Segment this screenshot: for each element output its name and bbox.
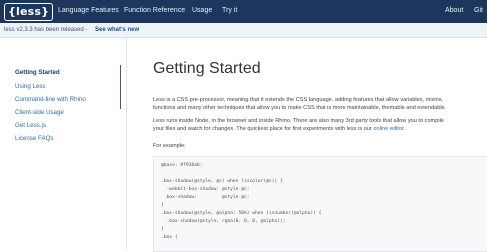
- nav-try-it[interactable]: Try it: [222, 7, 237, 14]
- intro-paragraph: Less is a CSS pre-processor, meaning tha…: [153, 96, 483, 112]
- sidebar-item-license-faqs[interactable]: License FAQs: [15, 135, 54, 142]
- announcement-text: less v2.3.3 has been released -: [4, 27, 88, 33]
- code-line: .box {: [161, 235, 178, 240]
- less-logo[interactable]: {less}: [4, 3, 54, 21]
- code-line: -webkit-box-shadow: @style @c;: [161, 187, 250, 192]
- nav-github[interactable]: Git: [474, 7, 483, 14]
- code-line: }: [161, 227, 164, 232]
- nav-about[interactable]: About: [445, 7, 463, 14]
- main-content: Getting Started Less is a CSS pre-proces…: [127, 38, 487, 252]
- code-line: }: [161, 203, 164, 208]
- sidebar-item-getting-started[interactable]: Getting Started: [15, 69, 60, 76]
- code-line: .box-shadow(@style, @c) when (iscolor(@c…: [161, 179, 283, 184]
- sidebar: Getting Started Using Less Command-line …: [0, 38, 126, 250]
- nav-function-reference[interactable]: Function Reference: [124, 7, 185, 14]
- whats-new-link[interactable]: See what's new: [95, 23, 139, 37]
- code-line: .box-shadow(@style, rgba(0, 0, 0, @alpha…: [161, 219, 286, 224]
- code-line: box-shadow: @style @c;: [161, 195, 250, 200]
- page-title: Getting Started: [153, 60, 261, 77]
- nav-usage[interactable]: Usage: [192, 7, 212, 14]
- runtime-line-2-text: your files and watch for changes. The qu…: [153, 126, 372, 132]
- intro-line-2: functions and many other techniques that…: [153, 105, 447, 111]
- sidebar-item-client-side-usage[interactable]: Client-side Usage: [15, 109, 64, 116]
- sidebar-active-indicator: [120, 65, 121, 109]
- runtime-line-1: Less runs inside Node, in the browser an…: [153, 118, 444, 124]
- runtime-paragraph: Less runs inside Node, in the browser an…: [153, 117, 483, 133]
- runtime-line-2: your files and watch for changes. The qu…: [153, 125, 483, 133]
- code-line: .box-shadow(@style, @alpha: 50%) when (i…: [161, 211, 322, 216]
- online-editor-link[interactable]: online editor.: [373, 126, 405, 132]
- release-announcement: less v2.3.3 has been released - See what…: [0, 23, 487, 38]
- intro-line-1: Less is a CSS pre-processor, meaning tha…: [153, 97, 444, 103]
- sidebar-item-get-lessjs[interactable]: Get Less.js: [15, 122, 46, 129]
- sidebar-item-command-line-rhino[interactable]: Command-line with Rhino: [15, 96, 86, 103]
- top-navbar: {less} Language Features Function Refere…: [0, 0, 487, 23]
- sidebar-item-using-less[interactable]: Using Less: [15, 83, 46, 90]
- code-line: @base: #f938ab;: [161, 163, 203, 168]
- example-label: For example:: [153, 143, 186, 149]
- nav-language-features[interactable]: Language Features: [58, 7, 119, 14]
- code-example: @base: #f938ab; .box-shadow(@style, @c) …: [153, 156, 487, 252]
